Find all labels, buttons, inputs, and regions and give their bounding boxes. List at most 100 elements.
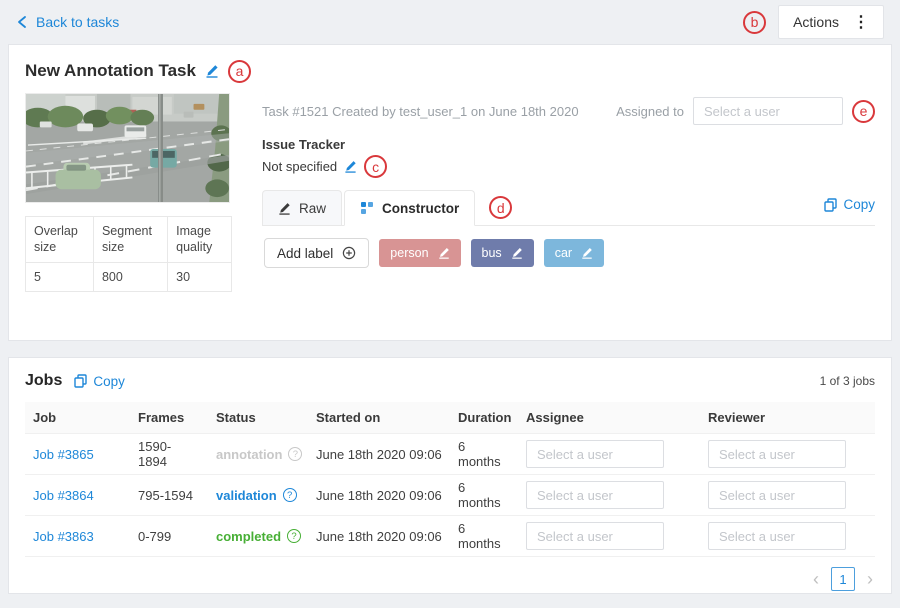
issue-tracker-value: Not specified bbox=[262, 159, 337, 174]
labels-constructor-panel: Add label person bus bbox=[262, 226, 875, 280]
back-to-tasks-link[interactable]: Back to tasks bbox=[16, 14, 119, 30]
question-circle-icon[interactable]: ? bbox=[287, 529, 301, 543]
annotation-circle-b: b bbox=[743, 11, 766, 34]
task-parameters-table: Overlap size Segment size Image quality … bbox=[25, 216, 232, 292]
labels-copy-link[interactable]: Copy bbox=[824, 197, 875, 218]
column-header-frames: Frames bbox=[130, 402, 208, 434]
label-chip-bus-name: bus bbox=[482, 246, 502, 260]
actions-button-label: Actions bbox=[793, 14, 839, 30]
job-reviewer-select[interactable] bbox=[708, 440, 846, 468]
back-to-tasks-label: Back to tasks bbox=[36, 14, 119, 30]
pagination-prev-icon[interactable]: ‹ bbox=[813, 570, 819, 588]
task-details-card: New Annotation Task a bbox=[8, 44, 892, 341]
top-bar: Back to tasks b Actions ⋮ bbox=[0, 0, 900, 44]
tab-constructor[interactable]: Constructor bbox=[344, 190, 475, 226]
column-header-status: Status bbox=[208, 402, 308, 434]
job-duration: 6 months bbox=[450, 516, 518, 557]
edit-issue-tracker-pencil-icon[interactable] bbox=[344, 160, 357, 173]
label-chip-car-name: car bbox=[555, 246, 572, 260]
jobs-card: Jobs Copy 1 of 3 jobs Job Frames Status … bbox=[8, 357, 892, 594]
copy-icon bbox=[74, 374, 87, 388]
param-header-quality: Image quality bbox=[168, 217, 232, 263]
column-header-started-on: Started on bbox=[308, 402, 450, 434]
task-title: New Annotation Task bbox=[25, 61, 196, 81]
copy-link-label: Copy bbox=[843, 197, 875, 212]
job-started-on: June 18th 2020 09:06 bbox=[308, 434, 450, 475]
labels-tab-bar: Raw Constructor d Copy bbox=[262, 190, 875, 226]
job-started-on: June 18th 2020 09:06 bbox=[308, 475, 450, 516]
job-status-label: validation bbox=[216, 488, 277, 503]
job-frames: 0-799 bbox=[130, 516, 208, 557]
jobs-copy-link-label: Copy bbox=[93, 374, 125, 389]
column-header-assignee: Assignee bbox=[518, 402, 700, 434]
annotation-circle-a: a bbox=[228, 60, 251, 83]
jobs-copy-link[interactable]: Copy bbox=[74, 374, 125, 389]
tab-constructor-label: Constructor bbox=[382, 201, 459, 216]
tab-raw[interactable]: Raw bbox=[262, 190, 342, 225]
constructor-blocks-icon bbox=[360, 201, 374, 215]
add-label-button-label: Add label bbox=[277, 246, 333, 261]
label-chip-person-name: person bbox=[390, 246, 428, 260]
label-chip-car[interactable]: car bbox=[544, 239, 604, 267]
pagination-page-1[interactable]: 1 bbox=[831, 567, 855, 591]
jobs-table-header-row: Job Frames Status Started on Duration As… bbox=[25, 402, 875, 434]
annotation-circle-c: c bbox=[364, 155, 387, 178]
jobs-table: Job Frames Status Started on Duration As… bbox=[25, 402, 875, 557]
param-value-quality: 30 bbox=[168, 262, 232, 291]
job-row-3863: Job #3863 0-799 completed ? June 18th 20… bbox=[25, 516, 875, 557]
job-assignee-select[interactable] bbox=[526, 440, 664, 468]
actions-button[interactable]: Actions ⋮ bbox=[778, 5, 884, 39]
job-link[interactable]: Job #3864 bbox=[33, 488, 94, 503]
param-value-segment: 800 bbox=[93, 262, 167, 291]
plus-circle-icon bbox=[342, 246, 356, 260]
annotation-circle-e: e bbox=[852, 100, 875, 123]
issue-tracker-label: Issue Tracker bbox=[262, 137, 875, 152]
job-status: annotation ? bbox=[216, 447, 302, 462]
task-assignee-select[interactable] bbox=[693, 97, 843, 125]
question-circle-icon[interactable]: ? bbox=[288, 447, 302, 461]
edit-label-pencil-icon[interactable] bbox=[438, 247, 450, 259]
question-circle-icon[interactable]: ? bbox=[283, 488, 297, 502]
annotation-circle-d: d bbox=[489, 196, 512, 219]
job-status: completed ? bbox=[216, 529, 301, 544]
add-label-button[interactable]: Add label bbox=[264, 238, 369, 268]
job-duration: 6 months bbox=[450, 434, 518, 475]
jobs-count-text: 1 of 3 jobs bbox=[820, 374, 875, 388]
job-status-label: completed bbox=[216, 529, 281, 544]
edit-label-pencil-icon[interactable] bbox=[581, 247, 593, 259]
task-meta-text: Task #1521 Created by test_user_1 on Jun… bbox=[262, 104, 579, 119]
chevron-left-icon bbox=[16, 15, 28, 29]
column-header-duration: Duration bbox=[450, 402, 518, 434]
param-header-segment: Segment size bbox=[93, 217, 167, 263]
job-status-label: annotation bbox=[216, 447, 282, 462]
jobs-title: Jobs bbox=[25, 372, 62, 390]
job-status: validation ? bbox=[216, 488, 297, 503]
task-preview-image bbox=[25, 93, 230, 203]
job-frames: 795-1594 bbox=[130, 475, 208, 516]
column-header-reviewer: Reviewer bbox=[700, 402, 875, 434]
job-assignee-select[interactable] bbox=[526, 522, 664, 550]
job-row-3864: Job #3864 795-1594 validation ? June 18t… bbox=[25, 475, 875, 516]
jobs-pagination: ‹ 1 › bbox=[25, 567, 875, 591]
param-value-overlap: 5 bbox=[26, 262, 94, 291]
column-header-job: Job bbox=[25, 402, 130, 434]
tab-raw-label: Raw bbox=[299, 201, 326, 216]
copy-icon bbox=[824, 198, 837, 212]
edit-label-pencil-icon[interactable] bbox=[511, 247, 523, 259]
job-row-3865: Job #3865 1590-1894 annotation ? June 18… bbox=[25, 434, 875, 475]
pagination-next-icon[interactable]: › bbox=[867, 570, 873, 588]
job-reviewer-select[interactable] bbox=[708, 481, 846, 509]
assigned-to-label: Assigned to bbox=[616, 104, 684, 119]
job-started-on: June 18th 2020 09:06 bbox=[308, 516, 450, 557]
job-assignee-select[interactable] bbox=[526, 481, 664, 509]
label-chip-person[interactable]: person bbox=[379, 239, 460, 267]
pencil-icon bbox=[278, 202, 291, 215]
vertical-ellipsis-icon: ⋮ bbox=[853, 12, 869, 32]
job-duration: 6 months bbox=[450, 475, 518, 516]
job-link[interactable]: Job #3865 bbox=[33, 447, 94, 462]
job-link[interactable]: Job #3863 bbox=[33, 529, 94, 544]
edit-title-pencil-icon[interactable] bbox=[205, 64, 219, 78]
job-reviewer-select[interactable] bbox=[708, 522, 846, 550]
label-chip-bus[interactable]: bus bbox=[471, 239, 534, 267]
job-frames: 1590-1894 bbox=[130, 434, 208, 475]
